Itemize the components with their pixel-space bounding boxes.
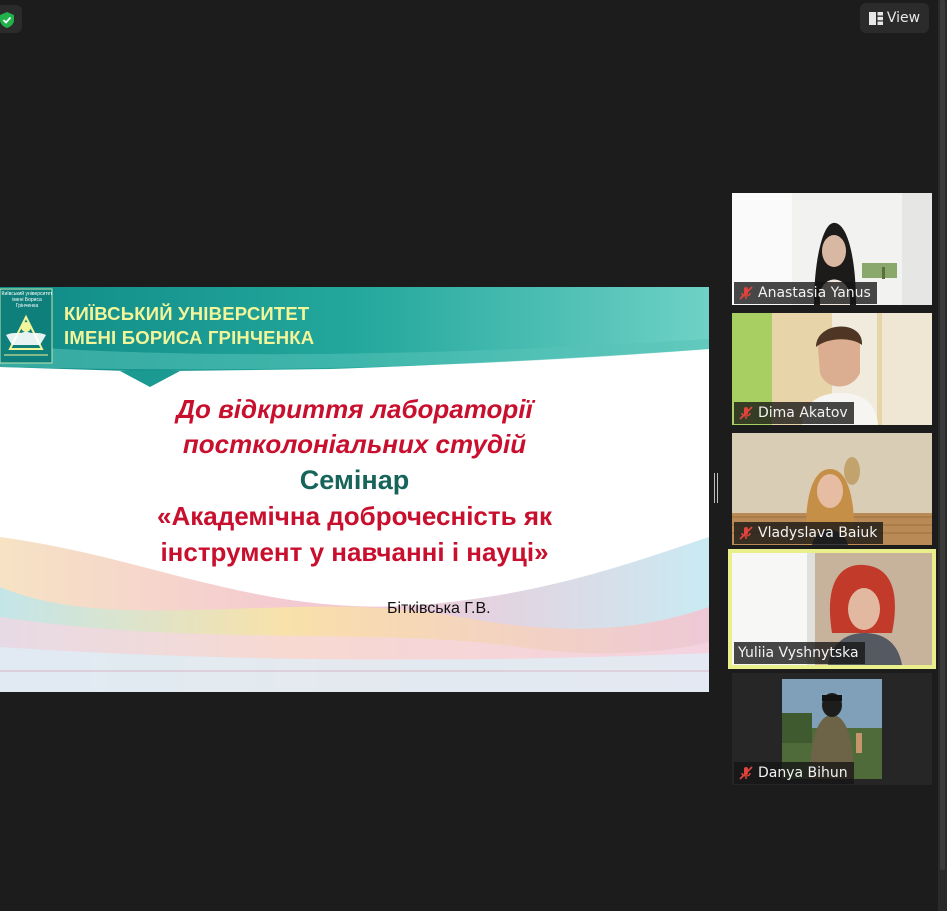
- participant-name-tag: Dima Akatov: [734, 402, 854, 424]
- panel-resize-handle[interactable]: [714, 473, 719, 503]
- university-name: КИЇВСЬКИЙ УНІВЕРСИТЕТ ІМЕНІ БОРИСА ГРІНЧ…: [64, 303, 315, 348]
- meeting-window: View Київський університет імені Бориса …: [0, 0, 947, 911]
- participant-name-tag: Yuliia Vyshnytska: [734, 642, 865, 664]
- participant-name-tag: Anastasia Yanus: [734, 282, 877, 304]
- view-button[interactable]: View: [860, 3, 929, 33]
- slide-title-line-3: Семінар: [299, 465, 410, 495]
- layout-icon: [868, 11, 883, 25]
- slide-title-line-1: До відкриття лабораторії: [176, 394, 533, 424]
- participant-name: Vladyslava Baiuk: [758, 525, 878, 541]
- muted-microphone-icon: [738, 285, 754, 301]
- slide-title-line-4: «Академічна доброчесність як: [156, 501, 552, 531]
- view-button-label: View: [886, 10, 921, 26]
- participant-name-tag: Vladyslava Baiuk: [734, 522, 884, 544]
- slide-title-line-5: інструмент у навчанні і науці»: [160, 537, 549, 567]
- participant-name: Anastasia Yanus: [758, 285, 871, 301]
- slide-title-line-2: постколоніальних студій: [182, 429, 527, 459]
- participant-tile-danya-bihun[interactable]: Danya Bihun: [732, 673, 932, 785]
- muted-microphone-icon: [738, 525, 754, 541]
- vertical-scrollbar[interactable]: [938, 0, 947, 911]
- participant-name: Danya Bihun: [758, 765, 848, 781]
- slide-author: Бітківська Г.В.: [387, 600, 491, 617]
- shield-check-icon: [0, 12, 14, 28]
- participant-tile-vladyslava-baiuk[interactable]: Vladyslava Baiuk: [732, 433, 932, 545]
- participant-name-tag: Danya Bihun: [734, 762, 854, 784]
- logo-caption: Київський університет імені Бориса Грінч…: [1, 291, 53, 309]
- scrollbar-thumb[interactable]: [940, 0, 945, 870]
- muted-microphone-icon: [738, 765, 754, 781]
- participant-name: Yuliia Vyshnytska: [738, 645, 859, 661]
- participant-name: Dima Akatov: [758, 405, 848, 421]
- participant-tile-yuliia-vyshnytska[interactable]: Yuliia Vyshnytska: [728, 549, 936, 669]
- security-shield-button[interactable]: [0, 5, 22, 33]
- participant-tile-anastasia-yanus[interactable]: Anastasia Yanus: [732, 193, 932, 305]
- muted-microphone-icon: [738, 405, 754, 421]
- participant-tile-dima-akatov[interactable]: Dima Akatov: [732, 313, 932, 425]
